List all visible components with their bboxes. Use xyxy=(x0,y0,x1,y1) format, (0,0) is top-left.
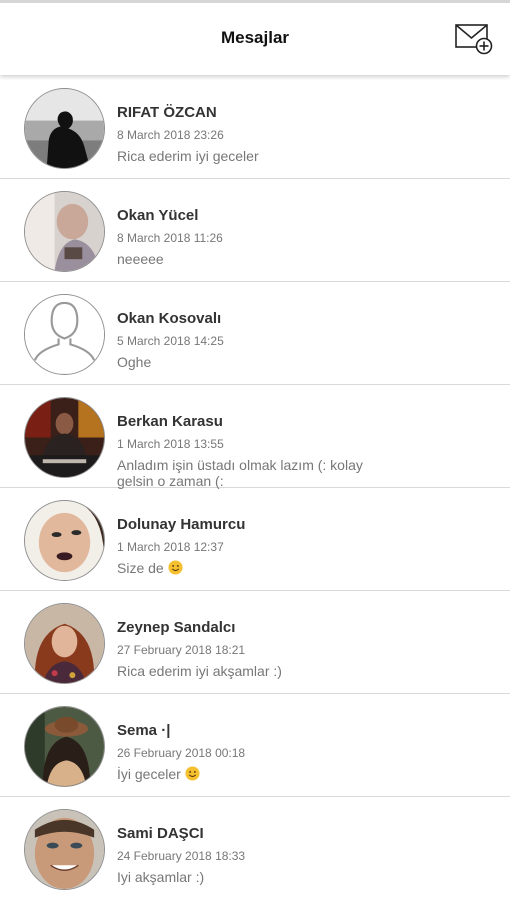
page-title: Mesajlar xyxy=(220,28,290,47)
message-date: 8 March 2018 23:26 xyxy=(117,128,224,142)
contact-name: Okan Kosovalı xyxy=(117,310,222,327)
conversation-row[interactable]: Dolunay Hamurcu 1 March 2018 12:37 Size … xyxy=(0,488,510,591)
user-placeholder-icon xyxy=(25,295,104,374)
conversation-row[interactable]: RIFAT ÖZCAN 8 March 2018 23:26 Rica eder… xyxy=(0,76,510,179)
message-preview: Anladım işin üstadı olmak lazım (: kolay… xyxy=(117,457,363,489)
contact-name: Berkan Karasu xyxy=(117,413,223,430)
avatar xyxy=(24,191,105,272)
conversation-row[interactable]: Okan Kosovalı 5 March 2018 14:25 Oghe xyxy=(0,282,510,385)
message-date: 26 February 2018 00:18 xyxy=(117,746,246,760)
avatar xyxy=(24,88,105,169)
conversation-row[interactable]: Sema ·| 26 February 2018 00:18 İyi gecel… xyxy=(0,694,510,797)
message-date: 1 March 2018 13:55 xyxy=(117,437,224,451)
message-date: 1 March 2018 12:37 xyxy=(117,540,224,554)
avatar xyxy=(24,706,105,787)
conversation-row[interactable]: Okan Yücel 8 March 2018 11:26 neeeee xyxy=(0,179,510,282)
message-date: 24 February 2018 18:33 xyxy=(117,849,246,863)
default-avatar xyxy=(24,294,105,375)
smiling-face-emoji xyxy=(168,560,183,575)
new-message-button[interactable] xyxy=(454,21,494,57)
message-preview: Iyi akşamlar :) xyxy=(117,869,205,885)
conversation-row[interactable]: Zeynep Sandalcı 27 February 2018 18:21 R… xyxy=(0,591,510,694)
avatar xyxy=(24,809,105,890)
message-date: 8 March 2018 11:26 xyxy=(117,231,223,245)
contact-name: Sema ·| xyxy=(117,722,171,739)
conversation-row[interactable]: Berkan Karasu 1 March 2018 13:55 Anladım… xyxy=(0,385,510,489)
contact-name: Zeynep Sandalcı xyxy=(117,619,236,636)
message-preview: Oghe xyxy=(117,354,152,370)
avatar xyxy=(24,397,105,478)
message-preview: Rica ederim iyi geceler xyxy=(117,148,259,164)
contact-name: Sami DAŞCI xyxy=(117,825,204,842)
conversation-list: RIFAT ÖZCAN 8 March 2018 23:26 Rica eder… xyxy=(0,76,510,900)
message-date: 27 February 2018 18:21 xyxy=(117,643,246,657)
message-date: 5 March 2018 14:25 xyxy=(117,334,224,348)
message-preview: İyi geceler xyxy=(117,766,377,782)
avatar xyxy=(24,603,105,684)
smiling-face-emoji xyxy=(185,766,200,781)
avatar xyxy=(24,500,105,581)
message-preview: Size de xyxy=(117,560,377,576)
contact-name: Okan Yücel xyxy=(117,207,199,224)
conversation-row[interactable]: Sami DAŞCI 24 February 2018 18:33 Iyi ak… xyxy=(0,797,510,900)
message-preview: neeeee xyxy=(117,251,164,267)
envelope-plus-icon xyxy=(455,24,493,55)
top-bar: Mesajlar xyxy=(0,0,510,75)
contact-name: Dolunay Hamurcu xyxy=(117,516,246,533)
contact-name: RIFAT ÖZCAN xyxy=(117,104,217,121)
message-preview: Rica ederim iyi akşamlar :) xyxy=(117,663,282,679)
